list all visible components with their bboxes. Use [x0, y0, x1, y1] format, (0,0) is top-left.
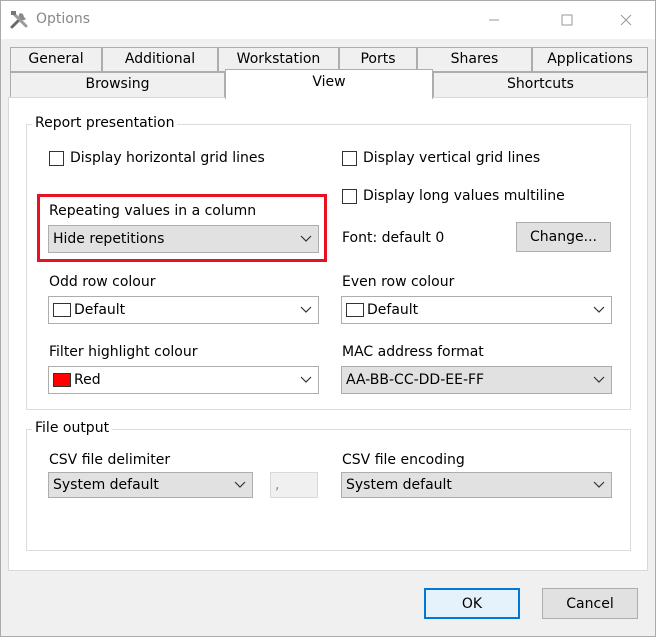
chevron-down-icon	[300, 306, 312, 313]
display-horizontal-grid-checkbox[interactable]: Display horizontal grid lines	[49, 150, 265, 166]
font-label: Font: default 0	[342, 230, 445, 246]
even-row-colour-value: Default	[367, 302, 419, 318]
odd-row-colour-label: Odd row colour	[49, 274, 156, 290]
csv-encoding-select[interactable]: System default	[341, 472, 612, 498]
chevron-down-icon	[593, 376, 605, 383]
filter-highlight-select[interactable]: Red	[48, 366, 319, 394]
checkbox-box[interactable]	[49, 150, 64, 166]
options-window: Options General Additional Workstation P…	[0, 0, 656, 637]
mac-format-select[interactable]: AA-BB-CC-DD-EE-FF	[341, 366, 612, 394]
tab-shortcuts[interactable]: Shortcuts	[433, 72, 648, 98]
odd-row-colour-value: Default	[74, 302, 126, 318]
window-title: Options	[36, 11, 91, 27]
close-icon	[620, 14, 632, 26]
filter-highlight-label: Filter highlight colour	[49, 344, 198, 360]
colour-swatch	[346, 303, 364, 317]
chevron-down-icon	[300, 376, 312, 383]
checkbox-box[interactable]	[342, 188, 357, 204]
tools-icon	[10, 11, 28, 29]
display-vertical-grid-checkbox[interactable]: Display vertical grid lines	[342, 150, 540, 166]
tab-applications[interactable]: Applications	[532, 47, 648, 72]
tab-view[interactable]: View	[225, 69, 433, 99]
csv-delimiter-value: System default	[53, 477, 159, 493]
chevron-down-icon	[593, 481, 605, 488]
even-row-colour-select[interactable]: Default	[341, 296, 612, 324]
tab-shares[interactable]: Shares	[417, 47, 532, 72]
display-horizontal-grid-label: Display horizontal grid lines	[70, 150, 265, 166]
tab-browsing[interactable]: Browsing	[10, 72, 225, 98]
display-long-multiline-label: Display long values multiline	[363, 188, 565, 204]
odd-row-colour-select[interactable]: Default	[48, 296, 319, 324]
chevron-down-icon	[234, 481, 246, 488]
minimize-icon	[489, 19, 499, 21]
checkbox-box[interactable]	[342, 150, 357, 166]
csv-encoding-value: System default	[346, 477, 452, 493]
chevron-down-icon	[593, 306, 605, 313]
csv-delimiter-select[interactable]: System default	[48, 472, 253, 498]
maximize-button[interactable]	[544, 1, 590, 39]
maximize-icon	[561, 14, 573, 26]
mac-format-value: AA-BB-CC-DD-EE-FF	[346, 372, 485, 388]
highlight-box	[37, 194, 327, 262]
csv-delimiter-label: CSV file delimiter	[49, 452, 171, 468]
display-long-multiline-checkbox[interactable]: Display long values multiline	[342, 188, 565, 204]
cancel-button[interactable]: Cancel	[542, 588, 638, 619]
minimize-button[interactable]	[471, 1, 517, 39]
change-font-button[interactable]: Change...	[516, 222, 611, 252]
csv-delimiter-char-input[interactable]: ,	[270, 472, 318, 498]
report-presentation-title: Report presentation	[32, 115, 178, 131]
csv-encoding-label: CSV file encoding	[342, 452, 465, 468]
colour-swatch	[53, 373, 71, 387]
title-bar: Options	[1, 1, 655, 39]
mac-format-label: MAC address format	[342, 344, 484, 360]
colour-swatch	[53, 303, 71, 317]
file-output-title: File output	[32, 420, 113, 436]
display-vertical-grid-label: Display vertical grid lines	[363, 150, 541, 166]
tab-general[interactable]: General	[10, 47, 102, 72]
even-row-colour-label: Even row colour	[342, 274, 455, 290]
close-button[interactable]	[603, 1, 649, 39]
filter-highlight-value: Red	[74, 372, 101, 388]
ok-button[interactable]: OK	[424, 588, 520, 619]
tab-additional[interactable]: Additional	[102, 47, 218, 72]
